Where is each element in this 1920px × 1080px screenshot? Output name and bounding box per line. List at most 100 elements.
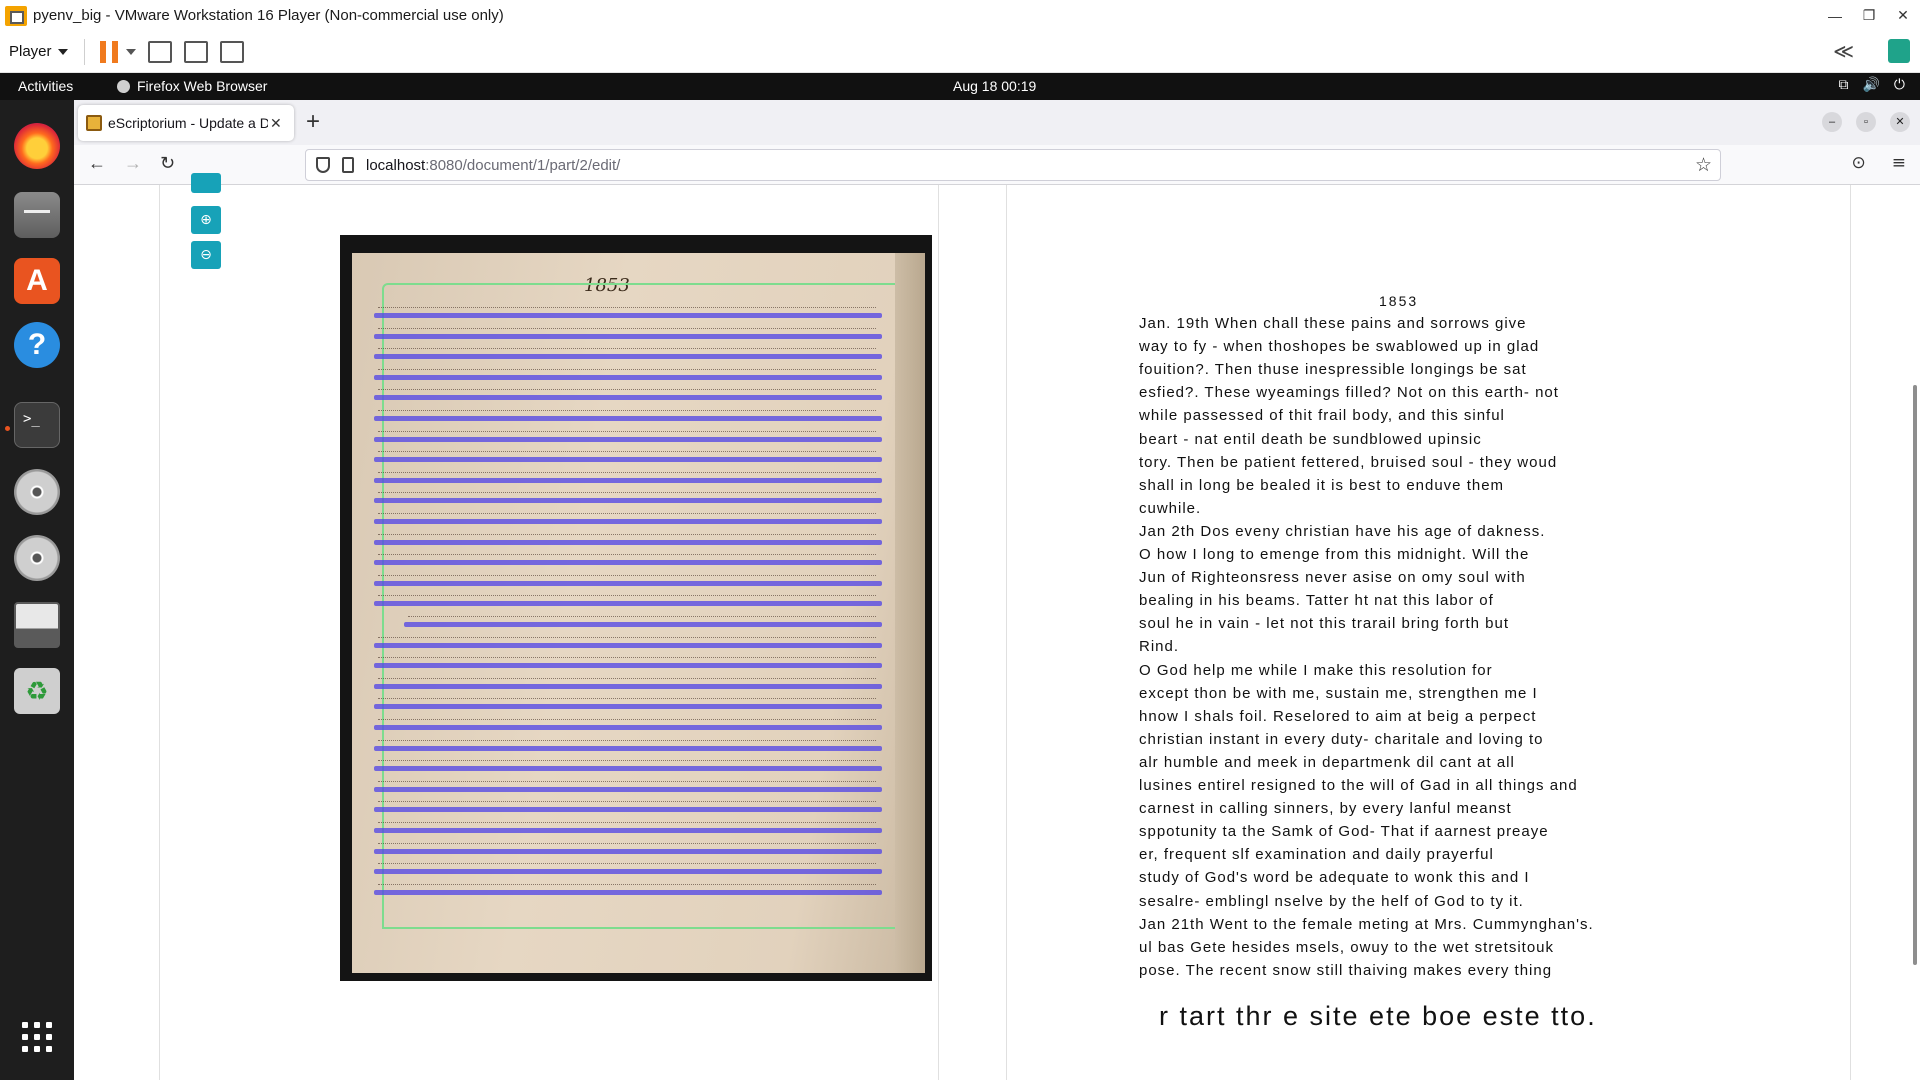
transcription-line[interactable]: pose. The recent snow still thaiving mak…	[1139, 962, 1552, 979]
clock[interactable]: Aug 18 00:19	[953, 78, 1036, 94]
vm-restore-button[interactable]: ❐	[1852, 0, 1886, 31]
vm-minimize-button[interactable]: —	[1818, 0, 1852, 31]
baseline[interactable]	[404, 622, 882, 627]
baseline[interactable]	[374, 395, 882, 401]
activities-button[interactable]: Activities	[18, 78, 73, 94]
baseline[interactable]	[374, 457, 882, 463]
baseline[interactable]	[374, 436, 882, 442]
baseline[interactable]	[374, 766, 882, 772]
transcription-line[interactable]: lusines entirel resigned to the will of …	[1139, 777, 1578, 794]
disc-icon[interactable]	[14, 535, 60, 581]
files-icon[interactable]	[14, 192, 60, 238]
transcription-line[interactable]: study of God's word be adequate to wonk …	[1139, 869, 1530, 886]
transcription-line[interactable]: sppotunity ta the Samk of God- That if a…	[1139, 823, 1549, 840]
transcription-line[interactable]: alr humble and meek in departmenk dil ca…	[1139, 754, 1515, 771]
transcription-line[interactable]: hnow I shals foil. Reselored to aim at b…	[1139, 708, 1536, 725]
pocket-icon[interactable]: ⊙	[1852, 153, 1866, 173]
back-button[interactable]: ←	[88, 153, 106, 174]
transcription-line[interactable]: bealing in his beams. Tatter ht nat this…	[1139, 592, 1494, 609]
url-text[interactable]: localhost:8080/document/1/part/2/edit/	[366, 157, 620, 174]
baseline[interactable]	[374, 374, 882, 380]
transcription-line[interactable]: beart - nat entil death be sundblowed up…	[1139, 431, 1482, 448]
baseline[interactable]	[374, 580, 882, 586]
baseline[interactable]	[374, 889, 882, 895]
baseline[interactable]	[374, 869, 882, 875]
zoom-out-button[interactable]: ⊖	[191, 241, 221, 269]
software-center-icon[interactable]: A	[14, 258, 60, 304]
baseline[interactable]	[374, 683, 882, 689]
transcription-line[interactable]: Jun of Righteonsress never asise on omy …	[1139, 569, 1526, 586]
baseline[interactable]	[374, 642, 882, 648]
baseline[interactable]	[374, 498, 882, 504]
transcription-line[interactable]: carnest in calling sinners, by every lan…	[1139, 800, 1512, 817]
baseline[interactable]	[374, 807, 882, 813]
baseline[interactable]	[374, 725, 882, 730]
url-bar[interactable]: localhost:8080/document/1/part/2/edit/ ☆	[305, 149, 1721, 181]
page-scrollbar[interactable]	[1913, 385, 1917, 965]
transcription-line[interactable]: r tart thr e site ete boe este tto.	[1159, 1001, 1597, 1032]
transcription-line[interactable]: soul he in vain - let not this trarail b…	[1139, 615, 1509, 632]
transcription-line[interactable]: esfied?. These wyeamings filled? Not on …	[1139, 384, 1559, 401]
show-applications-icon[interactable]	[22, 1022, 52, 1052]
collapse-toolbar-icon[interactable]: ≪	[1833, 39, 1854, 63]
transcription-line[interactable]: tory. Then be patient fettered, bruised …	[1139, 454, 1557, 471]
baseline[interactable]	[374, 477, 882, 483]
baseline[interactable]	[374, 354, 882, 360]
browser-minimize-button[interactable]: –	[1822, 112, 1842, 132]
reload-button[interactable]: ↻	[160, 153, 175, 174]
app-menu-icon[interactable]: ≡	[1892, 153, 1906, 173]
zoom-reset-button[interactable]	[191, 173, 221, 193]
forward-button[interactable]: →	[124, 153, 142, 174]
browser-close-button[interactable]: ✕	[1890, 112, 1910, 132]
transcription-line[interactable]: O how I long to emenge from this midnigh…	[1139, 546, 1529, 563]
transcription-line[interactable]: ul bas Gete hesides msels, owuy to the w…	[1139, 939, 1554, 956]
transcription-line[interactable]: cuwhile.	[1139, 500, 1201, 517]
transcription-line[interactable]: O God help me while I make this resoluti…	[1139, 662, 1493, 679]
baseline[interactable]	[374, 333, 882, 339]
floppy-icon[interactable]	[14, 602, 60, 648]
transcription-line[interactable]: Jan 21th Went to the female meting at Mr…	[1139, 916, 1594, 933]
baseline[interactable]	[374, 601, 882, 607]
terminal-icon[interactable]: >_	[14, 402, 60, 448]
tab-escriptorium[interactable]: eScriptorium - Update a Do ✕	[78, 105, 294, 141]
baseline[interactable]	[374, 560, 882, 566]
browser-restore-button[interactable]: ▫	[1856, 112, 1876, 132]
disc-icon[interactable]	[14, 469, 60, 515]
transcription-line[interactable]: christian instant in every duty- charita…	[1139, 731, 1544, 748]
send-ctrl-alt-del-icon[interactable]	[147, 40, 172, 63]
transcription-line[interactable]: Jan. 19th When chall these pains and sor…	[1139, 315, 1527, 332]
baseline[interactable]	[374, 786, 882, 792]
player-menu[interactable]: Player	[9, 43, 68, 60]
baseline[interactable]	[374, 745, 882, 751]
baseline[interactable]	[374, 848, 882, 854]
transcription-line[interactable]: Jan 2th Dos eveny christian have his age…	[1139, 523, 1545, 540]
transcription-line[interactable]: while passessed of thit frail body, and …	[1139, 407, 1505, 424]
message-log-icon[interactable]	[1888, 39, 1910, 63]
transcription-line[interactable]: way to fy - when thoshopes be swablowed …	[1139, 338, 1539, 355]
transcription-line[interactable]: shall in long be bealed it is best to en…	[1139, 477, 1504, 494]
system-tray[interactable]: ⧉ 🔊 ⏻	[1838, 77, 1905, 93]
baseline[interactable]	[374, 539, 882, 545]
fullscreen-icon[interactable]	[183, 40, 208, 63]
baseline[interactable]	[374, 519, 882, 524]
tracking-protection-icon[interactable]	[316, 157, 330, 173]
page-info-icon[interactable]	[342, 157, 354, 173]
help-icon[interactable]: ?	[14, 322, 60, 368]
trash-icon[interactable]: ♻	[14, 668, 60, 714]
transcription-line[interactable]: er, frequent slf examination and daily p…	[1139, 846, 1494, 863]
bookmark-star-icon[interactable]: ☆	[1695, 154, 1712, 176]
transcription-line[interactable]: sesalre- emblingl nselve by the helf of …	[1139, 893, 1524, 910]
app-menu[interactable]: Firefox Web Browser	[117, 78, 267, 94]
transcription-line[interactable]: fouition?. Then thuse inespressible long…	[1139, 361, 1527, 378]
vm-close-button[interactable]: ✕	[1886, 0, 1920, 31]
baseline[interactable]	[374, 828, 882, 833]
baseline[interactable]	[374, 663, 882, 669]
baseline[interactable]	[374, 416, 882, 421]
transcription-line[interactable]: except thon be with me, sustain me, stre…	[1139, 685, 1538, 702]
unity-mode-icon[interactable]	[219, 40, 244, 63]
close-tab-icon[interactable]: ✕	[270, 115, 282, 132]
baseline[interactable]	[374, 704, 882, 710]
zoom-in-button[interactable]: ⊕	[191, 206, 221, 234]
new-tab-button[interactable]: +	[306, 108, 320, 136]
transcription-line[interactable]: Rind.	[1139, 638, 1179, 655]
